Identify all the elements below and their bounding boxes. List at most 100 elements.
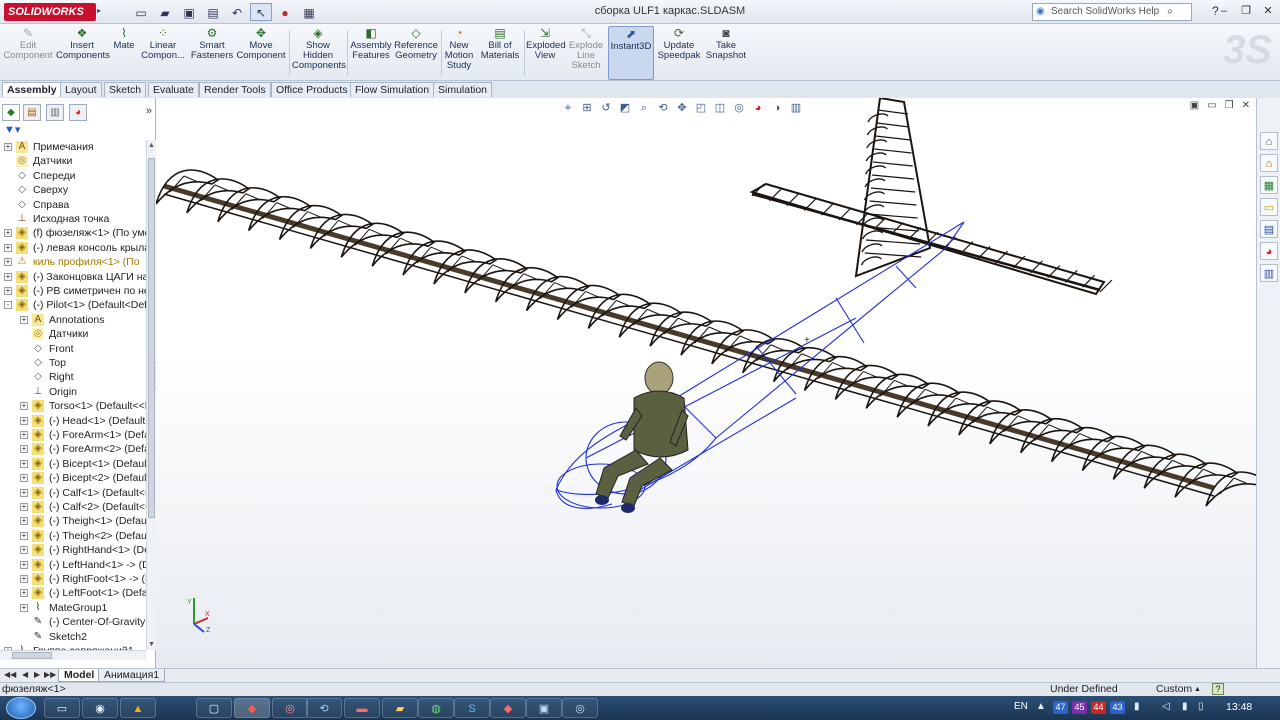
tab-flow-simulation[interactable]: Flow Simulation	[350, 82, 435, 97]
collapse-node-icon[interactable]: -	[4, 301, 12, 310]
tree-item[interactable]: + ◈ (-) RightFoot<1> -> (D	[0, 572, 146, 586]
solidworks-app-icon[interactable]: ◆	[234, 698, 270, 718]
tree-item[interactable]: + ◈ (-) РВ симетричен по нер	[0, 284, 146, 298]
expand-node-icon[interactable]: +	[20, 531, 28, 540]
tab-sketch[interactable]: Sketch	[104, 82, 147, 97]
tree-item[interactable]: + ◈ (-) ForeArm<1> (Defau	[0, 428, 146, 442]
new-document-icon[interactable]: ▭	[130, 3, 152, 21]
tree-item[interactable]: + ⚠ киль профиля<1> (По	[0, 255, 146, 269]
tree-item[interactable]: - ◈ (-) Pilot<1> (Default<Defa	[0, 298, 146, 312]
misc-app-icon[interactable]: ◎	[562, 698, 598, 718]
tree-item[interactable]: ◇ Справа	[0, 198, 146, 212]
tree-item[interactable]: + ◈ (-) Theigh<2> (Default	[0, 529, 146, 543]
take-snapshot-button[interactable]: ◙ Take Snapshot	[704, 26, 748, 80]
network-app-icon[interactable]: ⟲	[306, 698, 342, 718]
chrome-app-icon[interactable]: ◉	[82, 698, 118, 718]
expand-node-icon[interactable]: +	[4, 272, 12, 281]
configurationmanager-tab-icon[interactable]: ▥	[46, 104, 64, 121]
instant3d-button[interactable]: ⬈ Instant3D	[608, 26, 654, 80]
tray-temp-badge-2[interactable]: 45	[1072, 701, 1087, 714]
file-properties-icon[interactable]: ▦	[298, 3, 320, 21]
update-speedpak-button[interactable]: ⟳ Update Speedpak	[657, 26, 701, 80]
tree-item[interactable]: ◎ Датчики	[0, 327, 146, 341]
tree-item[interactable]: + ◈ (-) LeftFoot<1> (Defau	[0, 586, 146, 600]
expand-node-icon[interactable]: +	[20, 488, 28, 497]
undo-icon[interactable]: ↶	[226, 3, 248, 21]
language-indicator[interactable]: EN	[1014, 701, 1028, 712]
tray-temp-badge-1[interactable]: 47	[1053, 701, 1068, 714]
panel-expand-chevron-icon[interactable]: »	[146, 105, 152, 117]
tree-item[interactable]: + ⌇ MateGroup1	[0, 601, 146, 615]
file-explorer-icon[interactable]: ▦	[1260, 176, 1278, 194]
prev-tab-arrow-icon[interactable]: ◀	[22, 670, 28, 679]
appearances-icon[interactable]: ◕	[1260, 242, 1278, 260]
open-folder-icon[interactable]: ▰	[154, 3, 176, 21]
power-icon[interactable]: ▯	[1198, 701, 1204, 712]
tree-item[interactable]: ◇ Top	[0, 356, 146, 370]
volume-icon[interactable]: ◁	[1162, 701, 1170, 712]
expand-node-icon[interactable]: +	[20, 517, 28, 526]
expand-node-icon[interactable]: +	[20, 402, 28, 411]
graphics-area[interactable]: ⌖ ⊞ ↺ ◩ ⌕ ⟲ ✥ ◰ ◫ ◎ ◕ ◑ ▥ ▣ ▭ ❐ ✕ + X Y	[156, 98, 1256, 668]
tree-item[interactable]: ✎ (-) Center-Of-Gravity	[0, 615, 146, 629]
tray-temp-badge-3[interactable]: 44	[1091, 701, 1106, 714]
tree-item[interactable]: + ◈ (-) LeftHand<1> -> (D	[0, 558, 146, 572]
scroll-up-icon[interactable]: ▲	[148, 142, 155, 149]
clock[interactable]: 13:48	[1226, 701, 1252, 713]
assembly-features-button[interactable]: ◧ Assembly Features	[350, 26, 392, 80]
expand-node-icon[interactable]: +	[4, 243, 12, 252]
tree-item[interactable]: ◇ Сверху	[0, 183, 146, 197]
tree-item[interactable]: ◇ Right	[0, 370, 146, 384]
tree-item[interactable]: + ◈ (-) Theigh<1> (Default	[0, 514, 146, 528]
viewer-app-icon[interactable]: ◎	[272, 698, 308, 718]
tree-filter-icon[interactable]: ▼▾	[4, 123, 20, 136]
expand-node-icon[interactable]: +	[4, 143, 12, 151]
units-dropdown-arrow-icon[interactable]: ▲	[1194, 683, 1201, 696]
tray-expand-icon[interactable]: ▲	[1036, 701, 1046, 712]
tree-vertical-scrollbar[interactable]: ▲ ▼	[146, 140, 156, 650]
bill-of-materials-button[interactable]: ▤ Bill of Materials	[479, 26, 521, 80]
tab-render-tools[interactable]: Render Tools	[199, 82, 271, 97]
edit-component-button[interactable]: ✎ Edit Component	[2, 26, 54, 80]
search-icon[interactable]: ⌕	[1167, 4, 1173, 20]
archicad-app-icon[interactable]: ▲	[120, 698, 156, 718]
print-icon[interactable]: ▤	[202, 3, 224, 21]
save-icon[interactable]: ▣	[178, 3, 200, 21]
solidworks-app-2-icon[interactable]: ◆	[490, 698, 526, 718]
tree-item[interactable]: + ◈ (-) Calf<2> (Default<<	[0, 500, 146, 514]
select-pointer-icon[interactable]: ↖	[250, 3, 272, 21]
tab-assembly[interactable]: Assembly	[2, 82, 62, 97]
help-search-input[interactable]: ◉ Search SolidWorks Help ⌕	[1032, 3, 1192, 21]
scroll-down-icon[interactable]: ▼	[148, 641, 155, 648]
solidworks-resources-icon[interactable]: ⌂	[1260, 132, 1278, 150]
rebuild-traffic-light-icon[interactable]: ●	[274, 3, 296, 21]
solidworks-logo[interactable]: SOLIDWORKS	[4, 3, 96, 21]
custom-properties-icon[interactable]: ▥	[1260, 264, 1278, 282]
tree-item[interactable]: + ◈ Torso<1> (Default<<D	[0, 399, 146, 413]
explorer-app-icon[interactable]: ▭	[44, 698, 80, 718]
tab-model[interactable]: Model	[58, 669, 101, 682]
insert-components-button[interactable]: ❖ Insert Components	[56, 26, 110, 80]
expand-node-icon[interactable]: +	[20, 603, 28, 612]
reference-geometry-button[interactable]: ◇ Reference Geometry	[394, 26, 438, 80]
exploded-view-button[interactable]: ⇲ Exploded View	[526, 26, 566, 80]
next-tab-arrow-icon[interactable]: ▶	[34, 670, 40, 679]
tree-item[interactable]: ◇ Спереди	[0, 169, 146, 183]
expand-node-icon[interactable]: +	[20, 315, 28, 324]
tree-item[interactable]: + ◈ (-) Bicept<1> (Default<	[0, 457, 146, 471]
first-tab-arrow-icon[interactable]: ◀◀	[4, 670, 16, 679]
tree-item[interactable]: + ◈ (f) фюзеляж<1> (По умо	[0, 226, 146, 240]
featuremanager-tab-icon[interactable]: ◆	[2, 104, 20, 121]
expand-node-icon[interactable]: +	[20, 445, 28, 454]
tab-animation1[interactable]: Анимация1	[98, 669, 166, 682]
scrollbar-thumb[interactable]	[148, 158, 155, 518]
horizontal-scrollbar-thumb[interactable]	[12, 652, 52, 659]
design-library-icon[interactable]: ⌂	[1260, 154, 1278, 172]
expand-node-icon[interactable]: +	[20, 589, 28, 598]
tree-item[interactable]: + ◈ (-) Head<1> (Default<	[0, 414, 146, 428]
new-motion-study-button[interactable]: ◔ New Motion Study	[443, 26, 475, 80]
last-tab-arrow-icon[interactable]: ▶▶	[44, 670, 56, 679]
tree-item[interactable]: + ◈ (-) RightHand<1> (Def	[0, 543, 146, 557]
tray-app-icon[interactable]: ▮	[1134, 701, 1140, 712]
drawing-app-icon[interactable]: ▬	[344, 698, 380, 718]
